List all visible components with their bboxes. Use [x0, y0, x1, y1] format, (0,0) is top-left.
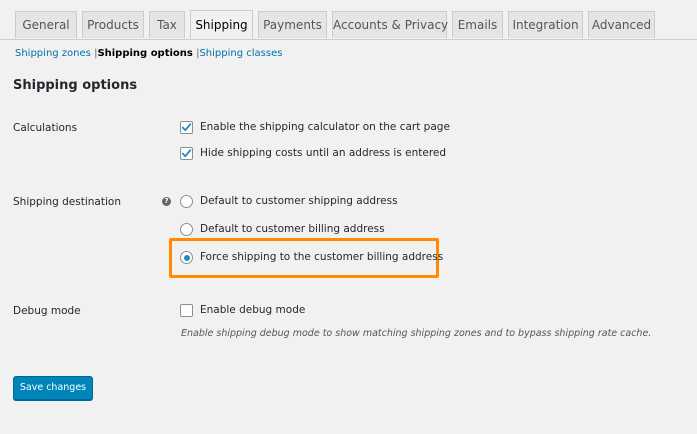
calculator-checkbox[interactable]	[180, 121, 193, 134]
destination-radio-force-billing[interactable]	[180, 251, 193, 264]
page-title: Shipping options	[13, 78, 138, 93]
radio-selected-dot	[183, 254, 190, 261]
help-icon[interactable]: ?	[162, 197, 171, 206]
tab-emails[interactable]: Emails	[452, 11, 503, 38]
subnav-shipping-classes[interactable]: Shipping classes	[199, 48, 282, 59]
debug-option-label: Enable debug mode	[200, 304, 306, 316]
tab-tax[interactable]: Tax	[149, 11, 185, 38]
tab-integration[interactable]: Integration	[508, 11, 583, 38]
tab-accounts-privacy[interactable]: Accounts & Privacy	[332, 11, 448, 38]
tab-products[interactable]: Products	[82, 11, 144, 38]
destination-radio-billing[interactable]	[180, 223, 193, 236]
tab-general[interactable]: General	[15, 11, 77, 38]
hide-costs-option-label: Hide shipping costs until an address is …	[200, 147, 447, 159]
checkmark-icon	[181, 149, 192, 158]
save-changes-button[interactable]: Save changes	[13, 376, 93, 400]
checkmark-icon	[181, 123, 192, 132]
debug-checkbox[interactable]	[180, 304, 193, 317]
calculator-option-label: Enable the shipping calculator on the ca…	[200, 121, 450, 133]
subnav-shipping-options[interactable]: Shipping options	[97, 48, 192, 59]
debug-description: Enable shipping debug mode to show match…	[181, 328, 652, 339]
destination-option-billing-label: Default to customer billing address	[200, 223, 385, 235]
destination-option-shipping-label: Default to customer shipping address	[200, 195, 398, 207]
destination-option-force-billing-label: Force shipping to the customer billing a…	[200, 251, 444, 263]
destination-radio-shipping[interactable]	[180, 195, 193, 208]
tab-payments[interactable]: Payments	[258, 11, 327, 38]
shipping-destination-label: Shipping destination	[13, 196, 121, 208]
subnav-shipping-zones[interactable]: Shipping zones	[15, 48, 91, 59]
settings-tab-bar: General Products Tax Shipping Payments A…	[0, 0, 697, 40]
shipping-subnav: Shipping zones |Shipping options |Shippi…	[15, 47, 282, 60]
tab-advanced[interactable]: Advanced	[588, 11, 655, 38]
debug-mode-label: Debug mode	[13, 305, 81, 317]
tab-shipping[interactable]: Shipping	[190, 10, 253, 39]
calculations-label: Calculations	[13, 122, 78, 134]
hide-costs-checkbox[interactable]	[180, 147, 193, 160]
